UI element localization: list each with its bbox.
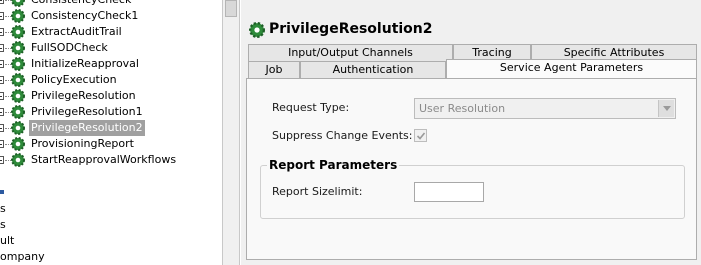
chevron-down-icon[interactable] (658, 100, 674, 117)
expand-icon[interactable] (0, 12, 4, 20)
expand-icon[interactable] (0, 60, 4, 68)
expand-icon[interactable] (0, 124, 4, 132)
tree-item-label: FullSODCheck (31, 41, 108, 54)
tree-item-partial[interactable]: ult (0, 233, 14, 249)
expand-icon[interactable] (0, 76, 4, 84)
job-properties-panel: PrivilegeResolution2 Input/Output Channe… (241, 0, 701, 265)
expand-icon[interactable] (0, 156, 4, 164)
gear-icon (11, 89, 25, 103)
gear-icon (11, 0, 25, 7)
tree-item-label: PrivilegeResolution2 (29, 120, 145, 136)
scrollbar-thumb[interactable] (225, 0, 237, 17)
request-type-select[interactable]: User Resolution (414, 98, 676, 119)
tree-item-label: ProvisioningReport (31, 137, 134, 150)
tab-content: Request Type: User Resolution Suppress C… (246, 78, 697, 260)
tree-item-label: PrivilegeResolution (31, 89, 136, 102)
request-type-value: User Resolution (419, 102, 506, 115)
expand-icon[interactable] (0, 140, 4, 148)
tab-input-output-channels[interactable]: Input/Output Channels (248, 44, 453, 61)
expand-icon[interactable] (0, 44, 4, 52)
tree-item-label: ConsistencyCheck (29, 0, 133, 8)
tree-scrollbar[interactable] (222, 0, 240, 265)
expand-icon[interactable] (0, 108, 4, 116)
gear-icon (11, 9, 25, 23)
gear-icon (11, 73, 25, 87)
expand-icon[interactable] (0, 0, 4, 4)
report-sizelimit-input[interactable] (414, 182, 484, 202)
tree-item-label: PrivilegeResolution1 (31, 105, 143, 118)
tree-item-label: ConsistencyCheck1 (31, 9, 139, 22)
gear-icon (249, 22, 265, 38)
gear-icon (11, 41, 25, 55)
checkmark-icon (416, 132, 426, 140)
report-parameters-title: Report Parameters (267, 158, 400, 172)
tree-item-partial[interactable] (0, 186, 6, 202)
gear-icon (11, 105, 25, 119)
tree-item-partial[interactable]: s (0, 201, 6, 217)
gear-icon (11, 121, 25, 135)
tab-service-agent-parameters[interactable]: Service Agent Parameters (446, 59, 697, 78)
gear-icon (11, 25, 25, 39)
panel-title-text: PrivilegeResolution2 (269, 21, 433, 37)
tab-job[interactable]: Job (248, 61, 300, 78)
request-type-label: Request Type: (272, 101, 350, 114)
gear-icon (11, 137, 25, 151)
expand-icon[interactable] (0, 28, 4, 36)
gear-icon (11, 57, 25, 71)
gear-icon (11, 153, 25, 167)
tree-item-partial[interactable]: s (0, 217, 6, 233)
suppress-change-events-label: Suppress Change Events: (272, 129, 413, 142)
suppress-change-events-checkbox[interactable] (414, 129, 427, 142)
tree-item-label: ExtractAuditTrail (31, 25, 122, 38)
tab-authentication[interactable]: Authentication (300, 61, 446, 78)
tree-item-label: PolicyExecution (31, 73, 117, 86)
tree-item-label: StartReapprovalWorkflows (31, 153, 177, 166)
tree-item-label: InitializeReapproval (31, 57, 139, 70)
expand-icon[interactable] (0, 92, 4, 100)
report-sizelimit-label: Report Sizelimit: (272, 185, 363, 198)
job-tree: ConsistencyCheck ConsistencyCheck1 Extra… (0, 0, 222, 265)
tree-item-partial[interactable]: ompany (0, 249, 45, 265)
